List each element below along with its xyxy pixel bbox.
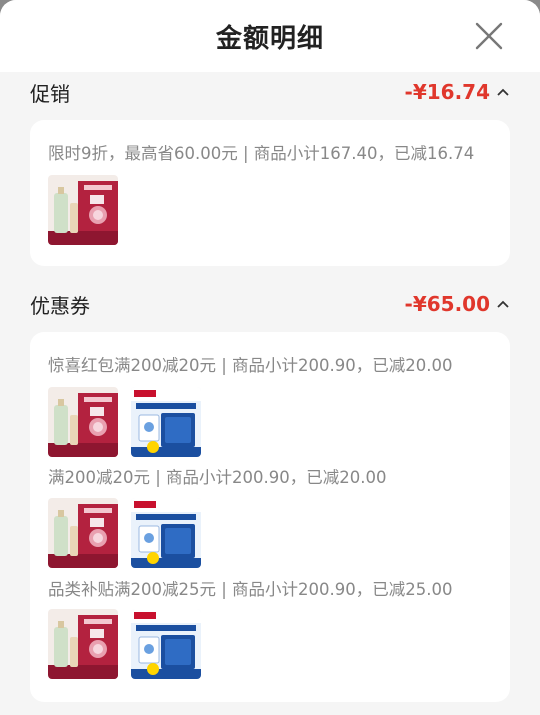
product-thumbnail-face-mask[interactable]	[131, 498, 201, 568]
coupon-item-description: 品类补贴满200减25元 | 商品小计200.90，已减25.00	[48, 580, 453, 599]
product-thumbnail-face-mask[interactable]	[131, 609, 201, 679]
page-title: 金额明细	[215, 23, 324, 54]
coupon-item-description: 满200减20元 | 商品小计200.90，已减20.00	[48, 468, 387, 487]
coupon-amount-toggle[interactable]: -¥65.00	[405, 292, 510, 316]
product-thumbnail-face-mask[interactable]	[131, 387, 201, 457]
promo-amount: -¥16.74	[404, 80, 490, 104]
chevron-up-icon	[497, 88, 509, 96]
coupon-card: 惊喜红包满200减20元 | 商品小计200.90，已减20.00 满200减2…	[30, 332, 510, 702]
product-thumbnail-gift-set[interactable]	[48, 609, 118, 679]
coupon-amount: -¥65.00	[404, 292, 490, 316]
product-thumbnail-gift-set[interactable]	[48, 498, 118, 568]
promo-title: 促销	[30, 81, 70, 106]
chevron-up-icon	[497, 300, 509, 308]
promo-section-header[interactable]: 促销 -¥16.74	[30, 72, 510, 112]
promo-card: 限时9折，最高省60.00元 | 商品小计167.40，已减16.74	[30, 120, 510, 266]
promo-description: 限时9折，最高省60.00元 | 商品小计167.40，已减16.74	[48, 144, 475, 163]
close-icon[interactable]	[472, 19, 506, 53]
product-thumbnail-gift-set[interactable]	[48, 387, 118, 457]
product-thumbnail-gift-set[interactable]	[48, 175, 118, 245]
promo-amount-toggle[interactable]: -¥16.74	[405, 80, 510, 104]
sheet-header: 金额明细	[0, 0, 540, 72]
coupon-item-description: 惊喜红包满200减20元 | 商品小计200.90，已减20.00	[48, 356, 453, 375]
amount-detail-sheet: 金额明细 促销 -¥16.74 限时9折，最高省60.00元 | 商品小计167…	[0, 0, 540, 715]
coupon-title: 优惠券	[30, 293, 90, 318]
coupon-section-header[interactable]: 优惠券 -¥65.00	[30, 284, 510, 324]
